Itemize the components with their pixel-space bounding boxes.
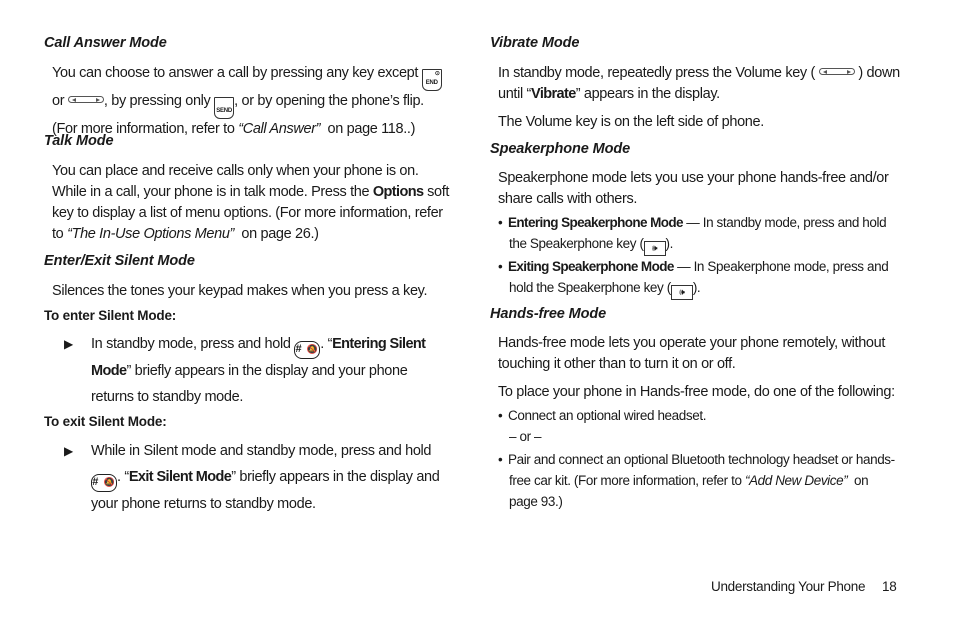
in-use-options-menu-reference[interactable]: “The In-Use Options Menu”	[67, 226, 234, 242]
bullet-dot-icon: •	[498, 215, 503, 230]
speakerphone-key-icon: 🕪	[643, 241, 666, 256]
call-answer-paragraph: You can choose to answer a call by press…	[52, 65, 442, 137]
hands-free-paragraph: Hands-free mode lets you operate your ph…	[498, 335, 886, 372]
heading-call-answer-mode: Call Answer Mode	[44, 35, 167, 51]
heading-speakerphone-mode: Speakerphone Mode	[490, 141, 631, 157]
end-key-icon: END ⊙	[421, 69, 442, 91]
footer-section-title: Understanding Your Phone	[711, 579, 866, 594]
hash-silent-key-icon: # 🔕	[91, 473, 117, 492]
speakerphone-bullet-entering: • Entering Speakerphone Mode — In standby…	[498, 212, 908, 256]
heading-hands-free-mode: Hands-free Mode	[490, 306, 607, 322]
bullet-dot-icon: •	[498, 408, 503, 423]
volume-key-icon	[818, 68, 855, 75]
subheading-enter-silent-mode: To enter Silent Mode:	[44, 308, 177, 323]
speakerphone-paragraph: Speakerphone mode lets you use your phon…	[498, 170, 889, 207]
volume-key-location: The Volume key is on the left side of ph…	[498, 114, 764, 130]
hands-free-instructions: To place your phone in Hands-free mode, …	[498, 384, 895, 400]
bullet-arrow-icon: ▶	[64, 337, 74, 351]
exit-silent-steps: While in Silent mode and standby mode, p…	[91, 443, 440, 512]
volume-key-icon	[67, 96, 104, 103]
hands-free-bullet-bluetooth: • Pair and connect an optional Bluetooth …	[498, 449, 908, 512]
call-answer-reference[interactable]: “Call Answer”	[238, 121, 320, 137]
silent-mode-intro: Silences the tones your keypad makes whe…	[52, 283, 428, 299]
bullet-arrow-icon: ▶	[64, 444, 74, 458]
add-new-device-reference[interactable]: “Add New Device”	[745, 473, 848, 488]
heading-enter-exit-silent-mode: Enter/Exit Silent Mode	[44, 253, 195, 269]
manual-page: Call Answer Mode You can choose to answe…	[0, 0, 954, 636]
heading-talk-mode: Talk Mode	[44, 133, 114, 149]
vibrate-paragraph: In standby mode, repeatedly press the Vo…	[498, 65, 900, 102]
send-key-icon: SEND	[214, 97, 235, 119]
speakerphone-bullet-exiting: • Exiting Speakerphone Mode — In Speakerp…	[498, 256, 908, 300]
talk-mode-paragraph: You can place and receive calls only whe…	[52, 163, 450, 242]
enter-silent-steps: In standby mode, press and hold # 🔕. “En…	[91, 336, 426, 405]
heading-vibrate-mode: Vibrate Mode	[490, 35, 580, 51]
hash-silent-key-icon: # 🔕	[294, 341, 321, 359]
footer-page-number: 18	[882, 579, 897, 594]
options-softkey-label: Options	[372, 184, 424, 200]
subheading-exit-silent-mode: To exit Silent Mode:	[44, 414, 167, 429]
speakerphone-key-icon: 🕪	[670, 285, 693, 300]
bullet-dot-icon: •	[498, 452, 503, 467]
bullet-dot-icon: •	[498, 259, 503, 274]
hands-free-bullet-wired: • Connect an optional wired headset. – or…	[498, 405, 908, 447]
or-separator: – or –	[509, 429, 542, 444]
